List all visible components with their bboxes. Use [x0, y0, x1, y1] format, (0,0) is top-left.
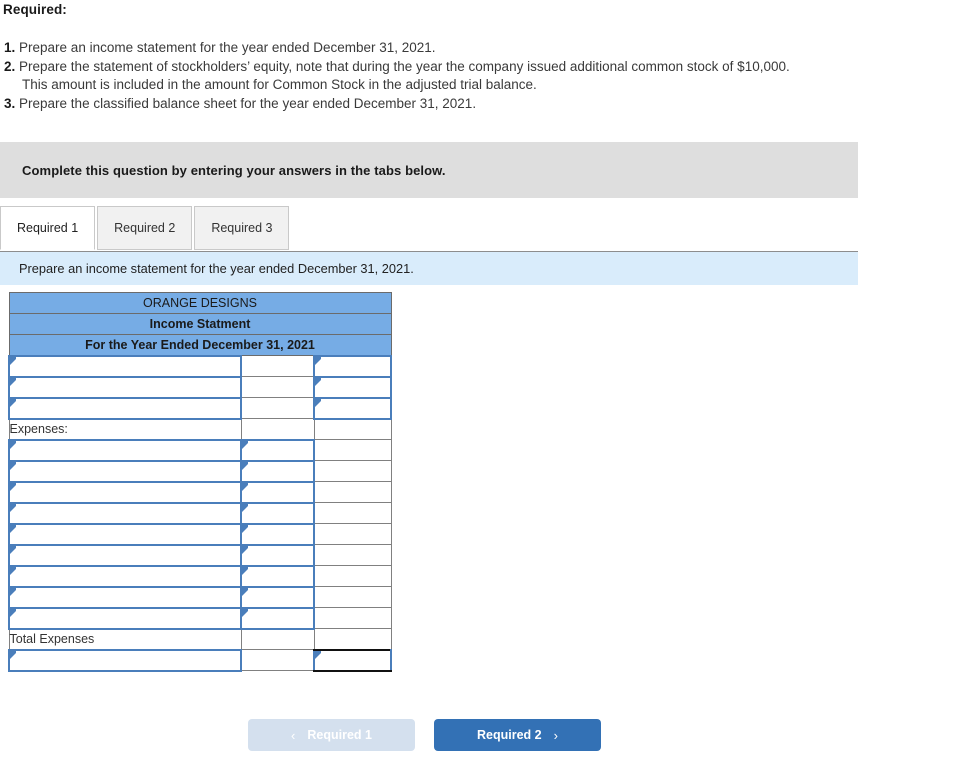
expense-row-2-col3: [313, 460, 392, 482]
expense-row-4-account-input[interactable]: [8, 501, 242, 525]
table-row: [8, 501, 392, 525]
expense-row-2-account-input[interactable]: [8, 459, 242, 483]
expense-row-5-amount-input[interactable]: [240, 522, 315, 546]
total-expenses-row: Total Expenses: [8, 627, 392, 650]
expense-row-2-amount-input[interactable]: [240, 459, 315, 483]
worksheet-company-name: ORANGE DESIGNS: [8, 292, 392, 314]
expense-row-5-account-input[interactable]: [8, 522, 242, 546]
tab-required-1[interactable]: Required 1: [0, 206, 96, 250]
required-item-1-text: Prepare an income statement for the year…: [19, 40, 436, 55]
required-item-2-continuation: This amount is included in the amount fo…: [22, 77, 537, 92]
revenue-row-1-amount-input[interactable]: [312, 354, 393, 378]
complete-question-text: Complete this question by entering your …: [22, 162, 446, 178]
worksheet-header-row-company: ORANGE DESIGNS: [8, 292, 392, 314]
complete-question-banner: Complete this question by entering your …: [0, 142, 858, 198]
expense-row-8-col3: [313, 586, 392, 608]
revenue-row-3-col2: [240, 397, 315, 419]
expense-row-3-account-input[interactable]: [8, 480, 242, 504]
table-row: [8, 459, 392, 483]
expense-row-6-amount-input[interactable]: [240, 543, 315, 567]
net-income-row: [8, 648, 393, 672]
revenue-row-3-account-input[interactable]: [8, 396, 242, 420]
table-row: [8, 480, 392, 504]
expense-row-8-account-input[interactable]: [8, 585, 242, 609]
required-item-1-number: 1.: [4, 40, 16, 55]
required-item-3-number: 3.: [4, 95, 16, 111]
required-item-2-text: Prepare the statement of stockholders’ e…: [19, 58, 790, 74]
expense-row-9-col3: [313, 607, 392, 629]
tab-required-1-label: Required 1: [17, 221, 79, 235]
worksheet-header-row-period: For the Year Ended December 31, 2021: [8, 334, 392, 356]
total-expenses-amount: [240, 627, 315, 650]
required-list: 1. Prepare an income statement for the y…: [2, 39, 977, 113]
next-required-button[interactable]: Required 2 ›: [434, 719, 601, 751]
tab-strip: Required 1 Required 2 Required 3: [0, 204, 858, 250]
required-item-2: 2. Prepare the statement of stockholders…: [2, 58, 977, 95]
revenue-row-1-account-input[interactable]: [8, 354, 242, 378]
table-row: [8, 375, 393, 399]
expenses-label-col3: [313, 418, 392, 440]
chevron-right-icon: ›: [553, 727, 558, 743]
tab-required-2-label: Required 2: [114, 221, 176, 235]
page-title: Required:: [3, 2, 67, 17]
table-row: [8, 354, 393, 378]
table-row: [8, 606, 392, 630]
expenses-label: Expenses:: [8, 418, 242, 440]
revenue-row-2-col2: [240, 376, 315, 398]
net-income-col2: [240, 649, 315, 671]
expense-row-7-amount-input[interactable]: [240, 564, 315, 588]
chevron-left-icon: ‹: [291, 727, 296, 743]
required-section: Required: 1. Prepare an income statement…: [0, 0, 977, 113]
table-row: [8, 522, 392, 546]
revenue-row-2-amount-input[interactable]: [312, 375, 393, 399]
table-row: [8, 585, 392, 609]
tab-required-3-label: Required 3: [211, 221, 273, 235]
expense-row-9-amount-input[interactable]: [240, 606, 315, 630]
required-item-1: 1. Prepare an income statement for the y…: [2, 39, 977, 58]
expenses-label-row: Expenses:: [8, 418, 392, 440]
total-expenses-label: Total Expenses: [8, 628, 242, 650]
tab-required-2[interactable]: Required 2: [97, 206, 193, 250]
expense-row-1-amount-input[interactable]: [240, 438, 315, 462]
expense-row-3-col3: [313, 481, 392, 503]
expense-row-6-account-input[interactable]: [8, 543, 242, 567]
expense-row-7-col3: [313, 565, 392, 587]
revenue-row-2-account-input[interactable]: [8, 375, 242, 399]
required-item-2-number: 2.: [4, 58, 16, 74]
table-row: [8, 438, 392, 462]
expense-row-9-account-input[interactable]: [8, 606, 242, 630]
revenue-row-1-col2: [240, 355, 315, 377]
revenue-row-3-amount-input[interactable]: [312, 396, 393, 420]
next-required-button-label: Required 2: [477, 728, 542, 742]
prev-required-button-label: Required 1: [307, 728, 372, 742]
total-expenses-col3: [313, 628, 392, 650]
worksheet-statement-title: Income Statment: [8, 313, 392, 335]
worksheet-header-row-statement: Income Statment: [8, 313, 392, 335]
expense-row-8-amount-input[interactable]: [240, 585, 315, 609]
tab-instruction-banner: Prepare an income statement for the year…: [0, 251, 858, 285]
expense-row-3-amount-input[interactable]: [240, 480, 315, 504]
tab-required-3[interactable]: Required 3: [194, 206, 290, 250]
net-income-amount-input[interactable]: [312, 648, 393, 672]
table-row: [8, 564, 392, 588]
prev-required-button[interactable]: ‹ Required 1: [248, 719, 415, 751]
expense-row-6-col3: [313, 544, 392, 566]
income-statement-worksheet: ORANGE DESIGNS Income Statment For the Y…: [8, 292, 393, 672]
worksheet-period: For the Year Ended December 31, 2021: [8, 334, 392, 356]
expense-row-7-account-input[interactable]: [8, 564, 242, 588]
expense-row-1-col3: [313, 439, 392, 461]
expense-row-1-account-input[interactable]: [8, 438, 242, 462]
table-row: [8, 543, 392, 567]
required-item-3-text: Prepare the classified balance sheet for…: [19, 95, 477, 111]
expense-row-4-col3: [313, 502, 392, 524]
navigation-buttons: ‹ Required 1 Required 2 ›: [248, 719, 608, 753]
expense-row-4-amount-input[interactable]: [240, 501, 315, 525]
expenses-label-col2: [240, 418, 315, 440]
table-row: [8, 396, 393, 420]
required-item-3: 3. Prepare the classified balance sheet …: [2, 95, 977, 114]
expense-row-5-col3: [313, 523, 392, 545]
tab-instruction-text: Prepare an income statement for the year…: [19, 261, 414, 276]
net-income-account-input[interactable]: [8, 648, 242, 672]
